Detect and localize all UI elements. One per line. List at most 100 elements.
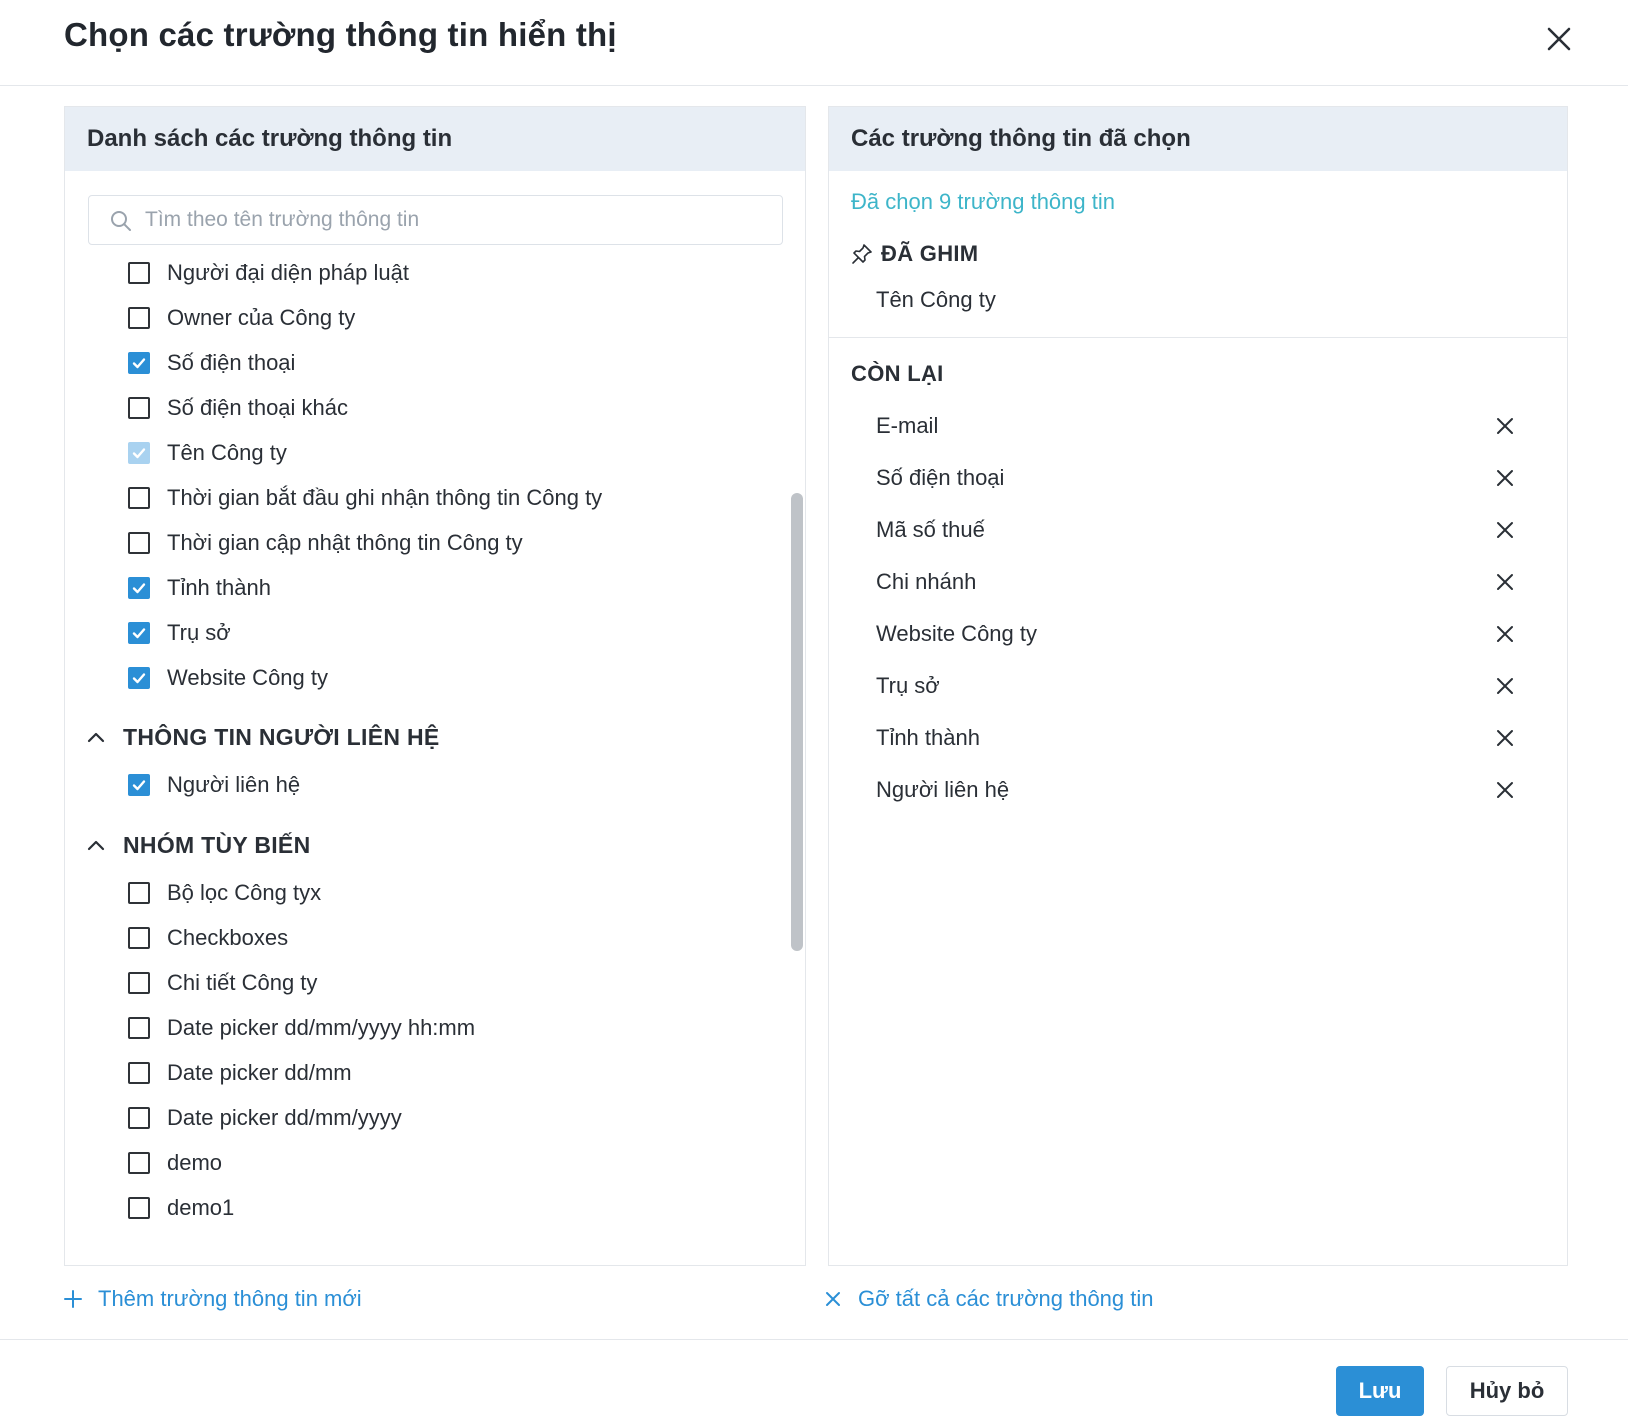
pinned-title-label: ĐÃ GHIM bbox=[881, 241, 979, 266]
field-item[interactable]: demo1 bbox=[128, 1190, 234, 1226]
remove-icon[interactable] bbox=[1494, 675, 1516, 697]
field-item-label: Người liên hệ bbox=[167, 772, 301, 797]
selected-item-label: Tỉnh thành bbox=[876, 725, 980, 750]
add-field-label: Thêm trường thông tin mới bbox=[98, 1286, 362, 1311]
group-label: NHÓM TÙY BIẾN bbox=[123, 831, 311, 858]
plus-icon bbox=[64, 1290, 82, 1308]
field-item-label: demo bbox=[167, 1150, 223, 1175]
rest-section-title: CÒN LẠI bbox=[851, 361, 944, 386]
field-item[interactable]: demo bbox=[128, 1145, 222, 1181]
dialog-header: Chọn các trường thông tin hiển thị bbox=[0, 0, 1628, 86]
group-label: THÔNG TIN NGƯỜI LIÊN HỆ bbox=[123, 723, 440, 750]
remove-all-link[interactable]: Gỡ tất cả các trường thông tin bbox=[822, 1286, 1154, 1312]
checkbox[interactable] bbox=[128, 397, 150, 419]
field-item[interactable]: Thời gian cập nhật thông tin Công ty bbox=[128, 525, 523, 561]
field-item[interactable]: Website Công ty bbox=[128, 660, 328, 696]
check-icon bbox=[132, 628, 146, 639]
field-item-label: demo1 bbox=[167, 1195, 235, 1220]
search-box[interactable] bbox=[88, 195, 783, 245]
field-item[interactable]: Tỉnh thành bbox=[128, 570, 271, 606]
selected-item-label: Trụ sở bbox=[876, 673, 940, 698]
field-item-label: Số điện thoại khác bbox=[167, 395, 349, 420]
field-item: Tên Công ty bbox=[128, 435, 287, 471]
field-item[interactable]: Số điện thoại khác bbox=[128, 390, 348, 426]
checkbox[interactable] bbox=[128, 1197, 150, 1219]
checkbox[interactable] bbox=[128, 882, 150, 904]
check-icon bbox=[132, 358, 146, 369]
field-item[interactable]: Owner của Công ty bbox=[128, 300, 355, 336]
remove-icon[interactable] bbox=[1494, 519, 1516, 541]
cancel-button[interactable]: Hủy bỏ bbox=[1446, 1366, 1568, 1416]
remove-icon[interactable] bbox=[1494, 467, 1516, 489]
check-icon bbox=[132, 780, 146, 791]
checkbox[interactable] bbox=[128, 307, 150, 329]
remove-icon[interactable] bbox=[1494, 779, 1516, 801]
field-item[interactable]: Bộ lọc Công tyx bbox=[128, 875, 321, 911]
selected-fields-panel: Các trường thông tin đã chọn Đã chọn 9 t… bbox=[828, 106, 1568, 1266]
checkbox-checked[interactable] bbox=[128, 352, 150, 374]
field-item-label: Thời gian bắt đầu ghi nhận thông tin Côn… bbox=[167, 485, 603, 510]
checkbox[interactable] bbox=[128, 1062, 150, 1084]
field-item[interactable]: Date picker dd/mm/yyyy bbox=[128, 1100, 402, 1136]
chevron-up-icon bbox=[87, 840, 105, 851]
dialog-title: Chọn các trường thông tin hiển thị bbox=[64, 16, 617, 53]
checkbox[interactable] bbox=[128, 487, 150, 509]
field-item-label: Date picker dd/mm/yyyy bbox=[167, 1105, 402, 1130]
field-item-label: Owner của Công ty bbox=[167, 305, 356, 330]
search-icon bbox=[111, 211, 131, 231]
selected-item: Mã số thuế bbox=[876, 510, 1516, 550]
remove-icon[interactable] bbox=[1494, 415, 1516, 437]
selected-item-label: Người liên hệ bbox=[876, 777, 1010, 802]
selected-count: Đã chọn 9 trường thông tin bbox=[851, 189, 1115, 214]
field-item-label: Trụ sở bbox=[167, 620, 231, 645]
checkbox[interactable] bbox=[128, 1017, 150, 1039]
scrollbar-thumb[interactable] bbox=[791, 493, 803, 951]
search-input[interactable] bbox=[145, 196, 765, 244]
field-item[interactable]: Trụ sở bbox=[128, 615, 231, 651]
check-icon bbox=[132, 673, 146, 684]
checkbox[interactable] bbox=[128, 927, 150, 949]
selected-item-label: Chi nhánh bbox=[876, 569, 977, 594]
checkbox[interactable] bbox=[128, 262, 150, 284]
checkbox-checked[interactable] bbox=[128, 622, 150, 644]
pin-icon bbox=[852, 244, 872, 264]
checkbox-checked[interactable] bbox=[128, 577, 150, 599]
field-item-label: Tên Công ty bbox=[167, 440, 287, 465]
field-item[interactable]: Người liên hệ bbox=[128, 767, 300, 803]
selected-item: Website Công ty bbox=[876, 614, 1516, 654]
remove-icon[interactable] bbox=[1494, 727, 1516, 749]
field-item[interactable]: Date picker dd/mm/yyyy hh:mm bbox=[128, 1010, 475, 1046]
field-item[interactable]: Date picker dd/mm bbox=[128, 1055, 352, 1091]
field-item-label: Tỉnh thành bbox=[167, 575, 271, 600]
field-item[interactable]: Người đại diện pháp luật bbox=[128, 255, 409, 291]
close-icon bbox=[826, 1292, 840, 1306]
field-item-label: Chi tiết Công ty bbox=[167, 970, 318, 995]
selected-item-label: E-mail bbox=[876, 413, 939, 438]
group-header-contact[interactable]: THÔNG TIN NGƯỜI LIÊN HỆ bbox=[85, 717, 440, 757]
add-field-link[interactable]: Thêm trường thông tin mới bbox=[62, 1286, 362, 1312]
close-icon[interactable] bbox=[1540, 20, 1578, 58]
checkbox-checked[interactable] bbox=[128, 667, 150, 689]
field-item-label: Thời gian cập nhật thông tin Công ty bbox=[167, 530, 523, 555]
pinned-section-title: ĐÃ GHIM bbox=[851, 241, 978, 267]
check-icon bbox=[132, 448, 146, 459]
remove-icon[interactable] bbox=[1494, 623, 1516, 645]
remove-icon[interactable] bbox=[1494, 571, 1516, 593]
selected-item: Trụ sở bbox=[876, 666, 1516, 706]
checkbox[interactable] bbox=[128, 532, 150, 554]
selected-item: Tỉnh thành bbox=[876, 718, 1516, 758]
checkbox[interactable] bbox=[128, 1107, 150, 1129]
field-item-label: Checkboxes bbox=[167, 925, 289, 950]
field-item[interactable]: Thời gian bắt đầu ghi nhận thông tin Côn… bbox=[128, 480, 602, 516]
save-button[interactable]: Lưu bbox=[1336, 1366, 1424, 1416]
field-item[interactable]: Số điện thoại bbox=[128, 345, 295, 381]
checkbox-checked[interactable] bbox=[128, 774, 150, 796]
field-item[interactable]: Chi tiết Công ty bbox=[128, 965, 317, 1001]
field-item[interactable]: Checkboxes bbox=[128, 920, 288, 956]
checkbox[interactable] bbox=[128, 1152, 150, 1174]
field-item-label: Số điện thoại bbox=[167, 350, 296, 375]
selected-item-label: Mã số thuế bbox=[876, 517, 985, 542]
checkbox[interactable] bbox=[128, 972, 150, 994]
selected-item: Người liên hệ bbox=[876, 770, 1516, 810]
group-header-custom[interactable]: NHÓM TÙY BIẾN bbox=[85, 825, 310, 865]
